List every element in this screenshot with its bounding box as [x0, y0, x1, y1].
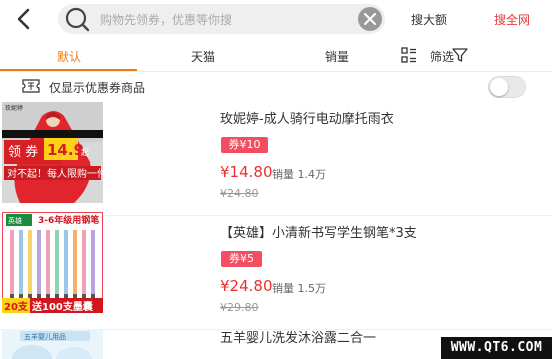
back-arrow-icon [17, 8, 30, 30]
search-icon [65, 7, 90, 32]
search-coupon-button[interactable]: 搜大额 [411, 11, 447, 28]
product-item[interactable]: 领 券 14.9 起 对不起！每人限购一件 玫妮婷 玫妮婷-成人骑行电动摩托雨衣… [0, 102, 552, 216]
top-bar: 购物先领券，优惠等你搜 搜大额 搜全网 [0, 0, 552, 38]
thumb-brand-logo: 五羊婴儿用品 [24, 332, 66, 341]
thumb-bonus-text: 送100支墨囊 [31, 300, 94, 313]
baby-wash-image: 五羊婴儿用品 [2, 329, 103, 359]
original-price: ¥29.80 [220, 301, 259, 314]
clear-search-button[interactable] [358, 7, 382, 31]
back-button[interactable] [12, 6, 36, 32]
product-image[interactable]: 领 券 14.9 起 对不起！每人限购一件 玫妮婷 [2, 102, 103, 203]
thumb-brand-logo: 玫妮婷 [5, 104, 23, 112]
tab-default[interactable]: 默认 [57, 48, 81, 65]
close-icon [364, 13, 376, 25]
product-image[interactable]: 五羊婴儿用品 [2, 329, 103, 359]
raincoat-image: 领 券 14.9 起 对不起！每人限购一件 玫妮婷 [2, 102, 103, 203]
thumb-coupon-unit: 起 [81, 148, 89, 157]
product-title[interactable]: 玫妮婷-成人骑行电动摩托雨衣 [220, 108, 394, 127]
sales-count: 销量 1.5万 [272, 282, 326, 295]
site-watermark: WWW.QT6.COM [441, 337, 552, 359]
product-price: ¥24.80 [220, 277, 273, 295]
coupon-only-row: 仅显示优惠券商品 [0, 72, 552, 102]
coupon-only-toggle[interactable] [488, 76, 526, 98]
search-all-button[interactable]: 搜全网 [494, 11, 530, 28]
sort-tabs: 默认 天猫 销量 筛选 [0, 38, 552, 72]
search-input[interactable]: 购物先领券，优惠等你搜 [100, 11, 232, 28]
thumb-coupon-prefix: 领 券 [8, 144, 38, 160]
thumb-brand-logo: 英雄 [8, 216, 22, 225]
thumb-count-tag: 20支 [4, 300, 29, 313]
original-price: ¥24.80 [220, 187, 259, 200]
filter-funnel-icon[interactable] [452, 47, 468, 63]
coupon-badge: 券¥5 [221, 251, 262, 267]
product-item[interactable]: 英雄 3-6年级用钢笔 20支 送100支墨囊 【英雄】小清新书写学生钢笔*3支… [0, 212, 552, 330]
thumb-slogan: 对不起！每人限购一件 [7, 167, 103, 180]
coupon-only-label: 仅显示优惠券商品 [49, 81, 146, 95]
coupon-icon [22, 79, 40, 93]
pens-image: 英雄 3-6年级用钢笔 20支 送100支墨囊 [2, 212, 103, 313]
active-tab-indicator [0, 69, 137, 71]
toggle-knob [490, 78, 508, 96]
search-bar[interactable]: 购物先领券，优惠等你搜 [58, 4, 385, 34]
product-price: ¥14.80 [220, 163, 273, 181]
filter-button[interactable]: 筛选 [430, 48, 454, 65]
sales-count: 销量 1.4万 [272, 168, 326, 181]
product-image[interactable]: 英雄 3-6年级用钢笔 20支 送100支墨囊 [2, 212, 103, 313]
product-title[interactable]: 五羊婴儿洗发沐浴露二合一 [220, 327, 376, 346]
tab-tmall[interactable]: 天猫 [191, 48, 215, 65]
thumb-coupon-value: 14.9 [47, 141, 84, 159]
tab-sales[interactable]: 销量 [325, 48, 349, 65]
list-view-icon[interactable] [401, 47, 417, 63]
coupon-badge: 券¥10 [221, 137, 268, 153]
product-title[interactable]: 【英雄】小清新书写学生钢笔*3支 [220, 222, 417, 241]
thumb-headline: 3-6年级用钢笔 [38, 214, 99, 226]
